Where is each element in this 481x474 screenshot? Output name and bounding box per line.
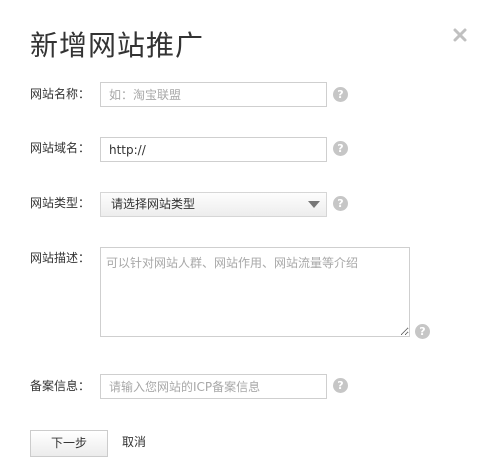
cancel-link[interactable]: 取消 bbox=[122, 433, 146, 451]
site-name-input[interactable] bbox=[100, 82, 327, 107]
next-step-button[interactable]: 下一步 bbox=[30, 430, 108, 457]
dropdown-arrow-icon bbox=[308, 201, 320, 208]
help-icon[interactable]: ? bbox=[333, 378, 348, 393]
dialog-title: 新增网站推广 bbox=[30, 29, 205, 62]
close-icon[interactable] bbox=[447, 22, 473, 48]
add-site-dialog: 新增网站推广 网站名称： ? 网站域名： ? 网站类型： 请选择网站类型 ? 网… bbox=[0, 0, 481, 474]
site-domain-label: 网站域名： bbox=[30, 141, 91, 155]
help-icon[interactable]: ? bbox=[333, 196, 348, 211]
site-domain-input[interactable] bbox=[100, 137, 327, 162]
site-type-label: 网站类型： bbox=[30, 196, 91, 210]
help-icon[interactable]: ? bbox=[333, 141, 348, 156]
site-description-textarea[interactable] bbox=[100, 247, 410, 337]
help-icon[interactable]: ? bbox=[333, 87, 348, 102]
icp-record-label: 备案信息： bbox=[30, 379, 91, 393]
site-type-selected: 请选择网站类型 bbox=[111, 197, 196, 211]
icp-record-input[interactable] bbox=[100, 374, 327, 399]
help-icon[interactable]: ? bbox=[415, 324, 430, 339]
site-type-select[interactable]: 请选择网站类型 bbox=[100, 192, 327, 217]
site-description-label: 网站描述： bbox=[30, 251, 91, 265]
site-name-label: 网站名称： bbox=[30, 87, 91, 101]
